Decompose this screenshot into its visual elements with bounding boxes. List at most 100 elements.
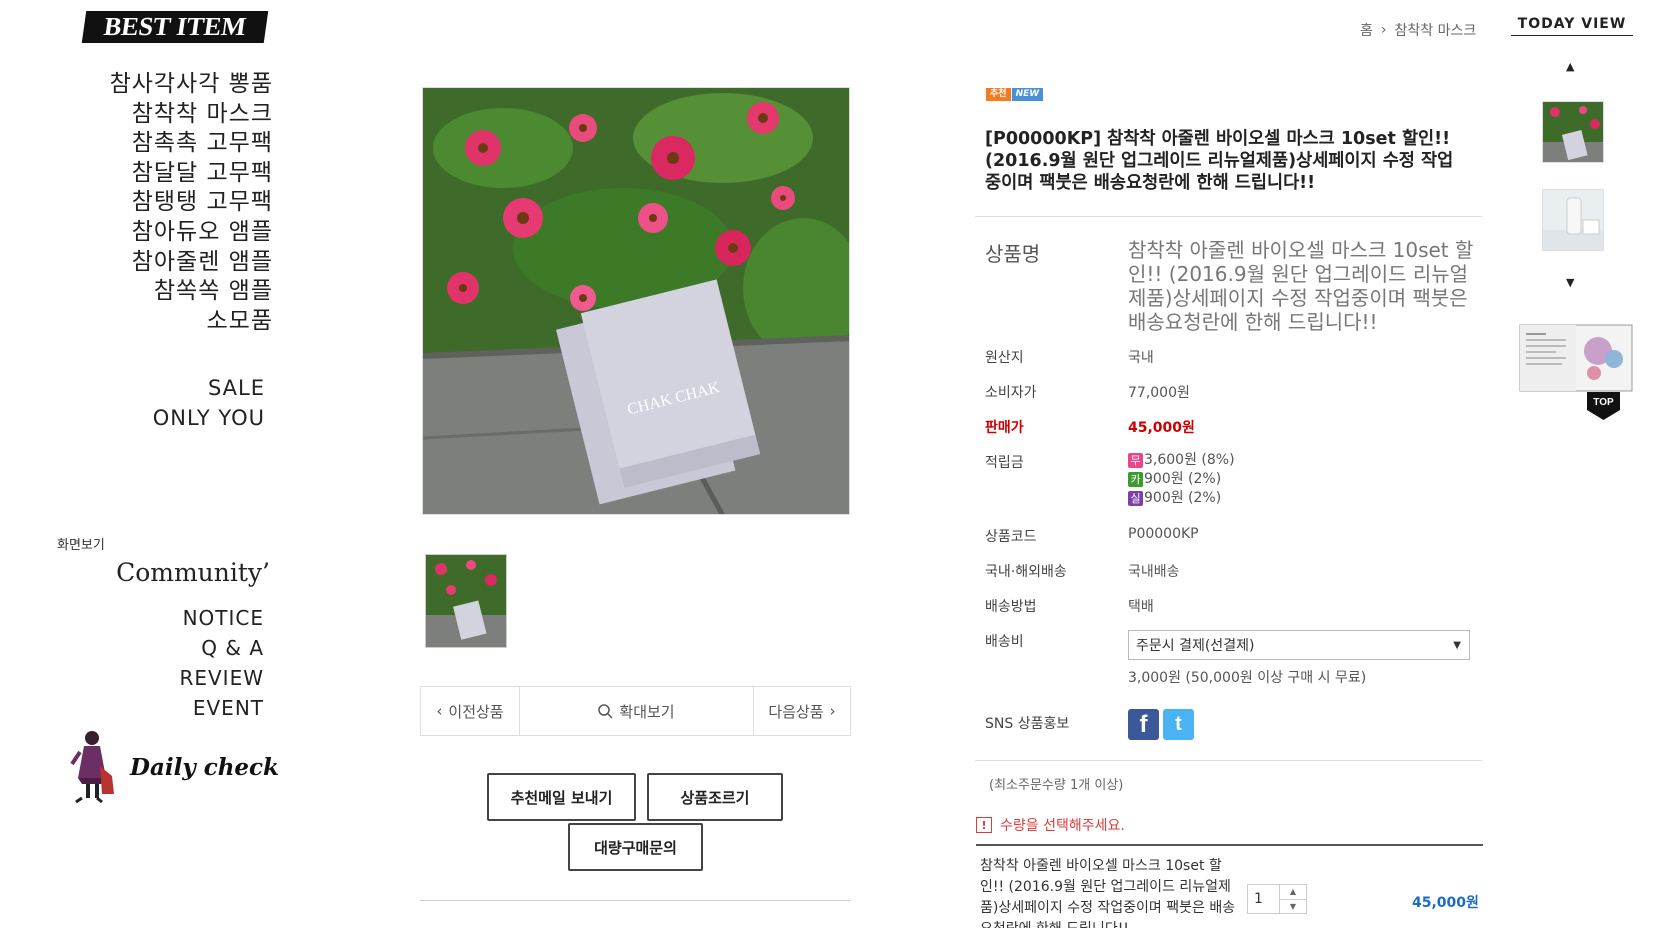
breadcrumb: 홈 › 참착착 마스크 (1360, 20, 1476, 40)
shopping-girl-icon (70, 731, 114, 804)
top-label: TOP (1593, 397, 1614, 408)
order-price: 45,000원 (1412, 895, 1479, 911)
main-product-image[interactable]: CHAK CHAK (422, 87, 850, 515)
name-label: 상품명 (985, 242, 1041, 266)
category-item[interactable]: 참착착 마스크 (110, 100, 273, 130)
arrow-up-icon[interactable]: ▲ (1566, 60, 1574, 73)
points-type-icon: 카 (1128, 472, 1143, 487)
divider (975, 216, 1482, 217)
top-arrow-icon: TOP (1587, 392, 1620, 420)
delivery-fee-select[interactable]: 주문시 결제(선결제) ▼ (1128, 630, 1470, 660)
magnifier-icon (598, 703, 613, 719)
delivery-method-value: 택배 (1128, 599, 1154, 615)
recent-item-thumb[interactable] (1542, 189, 1604, 251)
origin-label: 원산지 (985, 350, 1024, 366)
recent-item-photo (1543, 190, 1603, 250)
product-nav-bar: ‹ 이전상품 확대보기 다음상품 › (420, 686, 851, 736)
sale-price-label: 판매가 (985, 420, 1024, 436)
category-menu: 참사각사각 뽕품 참착착 마스크 참촉촉 고무팩 참달달 고무팩 참탱탱 고무팩… (110, 70, 273, 336)
site-logo[interactable]: BEST ITEM (81, 11, 269, 43)
dropdown-arrow-icon: ▼ (1453, 639, 1461, 651)
points-row: 무 3,600원 (8%) (1128, 451, 1235, 470)
community-title: Community’ (116, 558, 270, 587)
notice-link[interactable]: NOTICE (179, 603, 264, 633)
quantity-warning: ! 수량을 선택해주세요. (976, 815, 1125, 835)
sns-label: SNS 상품홍보 (985, 716, 1070, 732)
community-menu: NOTICE Q & A REVIEW EVENT (179, 603, 264, 723)
request-product-button[interactable]: 상품조르기 (647, 773, 783, 821)
product-title: [P00000KP] 참착착 아줄렌 바이오셀 마스크 10set 할인!! (… (985, 129, 1454, 193)
delivery-type-value: 국내배송 (1128, 564, 1180, 580)
warning-text: 수량을 선택해주세요. (1000, 818, 1125, 834)
promo-menu: SALE ONLY YOU (153, 373, 265, 433)
next-product-label: 다음상품 (768, 702, 824, 721)
category-item[interactable]: 참달달 고무팩 (110, 159, 273, 189)
event-link[interactable]: EVENT (179, 693, 264, 723)
chevron-left-icon: ‹ (436, 702, 443, 720)
recommend-badge: 추천 (986, 88, 1011, 101)
category-item[interactable]: 소모품 (110, 307, 273, 337)
product-photo: CHAK CHAK (423, 88, 849, 514)
category-item[interactable]: 참사각사각 뽕품 (110, 70, 273, 100)
divider (975, 760, 1482, 761)
review-link[interactable]: REVIEW (179, 663, 264, 693)
delivery-fee-note: 3,000원 (50,000원 이상 구매 시 무료) (1128, 670, 1367, 686)
order-product-name: 참착착 아줄렌 바이오셀 마스크 10set 할인!! (2016.9월 원단 … (980, 858, 1236, 928)
quantity-step-buttons: ▲ ▼ (1280, 885, 1306, 913)
sale-link[interactable]: SALE (153, 373, 265, 403)
product-code-label: 상품코드 (985, 529, 1037, 545)
points-value: 900원 (2%) (1144, 471, 1222, 487)
product-thumbnail[interactable] (425, 554, 507, 648)
delivery-type-label: 국내·해외배송 (985, 564, 1067, 580)
zoom-label: 확대보기 (619, 702, 675, 721)
breadcrumb-current[interactable]: 참착착 마스크 (1395, 20, 1477, 40)
banner-book-image[interactable] (1518, 323, 1634, 393)
today-view-title: TODAY VIEW (1511, 16, 1633, 36)
name-value: 참착착 아줄렌 바이오셀 마스크 10set 할인!! (2016.9월 원단 … (1128, 238, 1474, 334)
product-badges: 추천 NEW (986, 88, 1044, 101)
points-row: 카 900원 (2%) (1128, 470, 1235, 489)
arrow-down-icon[interactable]: ▼ (1566, 276, 1574, 289)
recent-item-thumb[interactable] (1542, 101, 1604, 163)
points-label: 적립금 (985, 455, 1024, 471)
points-value: 900원 (2%) (1144, 490, 1222, 506)
delivery-fee-selected: 주문시 결제(선결제) (1136, 638, 1255, 654)
recommend-mail-button[interactable]: 추천메일 보내기 (487, 773, 636, 821)
category-item[interactable]: 참탱탱 고무팩 (110, 188, 273, 218)
bulk-inquiry-button[interactable]: 대량구매문의 (568, 823, 703, 871)
quantity-up-icon[interactable]: ▲ (1280, 885, 1306, 900)
delivery-method-label: 배송방법 (985, 599, 1037, 615)
category-item[interactable]: 참아줄렌 앰플 (110, 248, 273, 278)
points-value: 3,600원 (8%) (1144, 452, 1235, 468)
category-item[interactable]: 참쏙쏙 앰플 (110, 277, 273, 307)
category-item[interactable]: 참아듀오 앰플 (110, 218, 273, 248)
quantity-input[interactable]: 1 (1248, 885, 1280, 913)
warning-icon: ! (976, 817, 992, 833)
next-product-button[interactable]: 다음상품 › (753, 687, 850, 735)
quantity-stepper[interactable]: 1 ▲ ▼ (1247, 884, 1307, 914)
only-you-link[interactable]: ONLY YOU (153, 403, 265, 433)
recent-item-photo (1543, 102, 1603, 162)
breadcrumb-home[interactable]: 홈 (1360, 20, 1373, 40)
origin-value: 국내 (1128, 350, 1154, 366)
category-item[interactable]: 참촉촉 고무팩 (110, 129, 273, 159)
prev-product-button[interactable]: ‹ 이전상품 (421, 687, 520, 735)
quantity-down-icon[interactable]: ▼ (1280, 900, 1306, 914)
view-mode-label[interactable]: 화면보기 (57, 534, 105, 553)
delivery-fee-label: 배송비 (985, 634, 1024, 650)
zoom-button[interactable]: 확대보기 (520, 687, 753, 735)
consumer-price-label: 소비자가 (985, 385, 1037, 401)
facebook-icon[interactable]: f (1128, 709, 1159, 740)
daily-check-banner[interactable]: Daily check (62, 728, 279, 804)
chevron-right-icon: › (829, 702, 836, 720)
consumer-price-value: 77,000원 (1128, 385, 1190, 401)
scroll-top-button[interactable]: TOP (1587, 392, 1620, 420)
chevron-right-icon: › (1380, 22, 1387, 38)
points-type-icon: 실 (1128, 491, 1143, 506)
new-badge: NEW (1011, 88, 1044, 101)
twitter-icon[interactable]: t (1163, 709, 1194, 740)
points-list: 무 3,600원 (8%) 카 900원 (2%) 실 900원 (2%) (1128, 451, 1235, 508)
book-photo (1519, 324, 1633, 392)
qna-link[interactable]: Q & A (179, 633, 264, 663)
divider (420, 900, 851, 901)
